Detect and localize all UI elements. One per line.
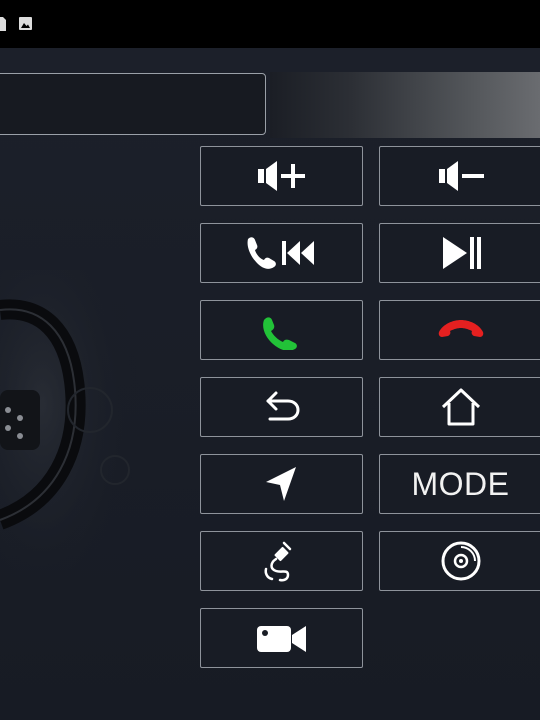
volume-down-button[interactable] [379, 146, 540, 206]
disc-button[interactable] [379, 531, 540, 591]
phone-hangup-icon [438, 320, 483, 337]
volume-up-button[interactable] [200, 146, 363, 206]
home-icon [441, 388, 480, 426]
camera-button[interactable] [200, 608, 363, 668]
status-bar [0, 0, 540, 48]
image-icon [19, 17, 32, 35]
header-gradient-strip [270, 72, 540, 138]
navigation-arrow-icon [265, 467, 296, 501]
play-next-icon [442, 237, 481, 269]
steering-wheel-photo [0, 270, 140, 570]
answer-call-button[interactable] [200, 300, 363, 360]
disc-icon [441, 541, 480, 581]
back-button[interactable] [200, 377, 363, 437]
back-arrow-icon [266, 391, 300, 421]
next-track-button[interactable] [379, 223, 540, 283]
hang-up-button[interactable] [379, 300, 540, 360]
mode-button-label: MODE [411, 465, 510, 502]
call-previous-button[interactable] [200, 223, 363, 283]
phone-answer-icon [262, 317, 297, 350]
header-input-field[interactable] [0, 73, 266, 135]
phone-previous-icon [247, 237, 314, 269]
usb-button[interactable] [200, 531, 363, 591]
mode-button[interactable]: MODE [379, 454, 540, 514]
usb-cable-icon [264, 541, 291, 582]
navigation-button[interactable] [200, 454, 363, 514]
volume-up-icon [257, 161, 305, 191]
sd-card-icon [0, 15, 6, 36]
home-button[interactable] [379, 377, 540, 437]
volume-down-icon [438, 161, 484, 191]
video-camera-icon [256, 626, 306, 652]
